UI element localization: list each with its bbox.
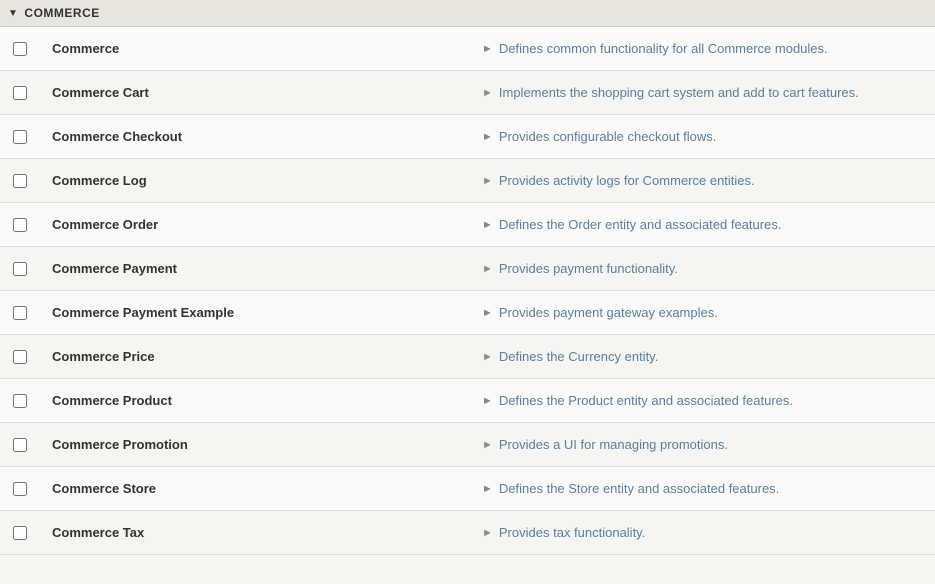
module-row: Commerce Log ► Provides activity logs fo…: [0, 159, 935, 203]
desc-arrow-icon: ►: [482, 351, 493, 363]
module-checkbox[interactable]: [13, 262, 27, 276]
desc-text: Defines common functionality for all Com…: [499, 41, 828, 56]
desc-arrow-icon: ►: [482, 395, 493, 407]
module-checkbox-cell[interactable]: [0, 166, 40, 196]
module-row: Commerce Price ► Defines the Currency en…: [0, 335, 935, 379]
module-description: ► Provides payment functionality.: [470, 253, 935, 284]
desc-text: Defines the Product entity and associate…: [499, 393, 793, 408]
desc-text: Provides payment gateway examples.: [499, 305, 718, 320]
module-name: Commerce Product: [40, 385, 470, 416]
desc-arrow-icon: ►: [482, 175, 493, 187]
module-checkbox-cell[interactable]: [0, 342, 40, 372]
module-row: Commerce ► Defines common functionality …: [0, 27, 935, 71]
collapse-triangle[interactable]: ▼: [8, 8, 18, 19]
section-header: ▼ COMMERCE: [0, 0, 935, 27]
module-row: Commerce Checkout ► Provides configurabl…: [0, 115, 935, 159]
module-description: ► Defines the Product entity and associa…: [470, 385, 935, 416]
module-checkbox-cell[interactable]: [0, 518, 40, 548]
module-row: Commerce Order ► Defines the Order entit…: [0, 203, 935, 247]
module-checkbox-cell[interactable]: [0, 122, 40, 152]
module-checkbox[interactable]: [13, 394, 27, 408]
module-checkbox-cell[interactable]: [0, 210, 40, 240]
module-row: Commerce Payment ► Provides payment func…: [0, 247, 935, 291]
section-title: COMMERCE: [24, 6, 99, 20]
desc-text: Defines the Currency entity.: [499, 349, 658, 364]
module-checkbox-cell[interactable]: [0, 474, 40, 504]
module-checkbox[interactable]: [13, 218, 27, 232]
desc-text: Defines the Order entity and associated …: [499, 217, 782, 232]
desc-text: Provides configurable checkout flows.: [499, 129, 717, 144]
module-description: ► Implements the shopping cart system an…: [470, 77, 935, 108]
module-checkbox[interactable]: [13, 350, 27, 364]
desc-text: Provides a UI for managing promotions.: [499, 437, 728, 452]
module-row: Commerce Cart ► Implements the shopping …: [0, 71, 935, 115]
module-name: Commerce Promotion: [40, 429, 470, 460]
desc-text: Provides activity logs for Commerce enti…: [499, 173, 755, 188]
module-row: Commerce Product ► Defines the Product e…: [0, 379, 935, 423]
module-checkbox[interactable]: [13, 438, 27, 452]
module-checkbox[interactable]: [13, 482, 27, 496]
module-checkbox-cell[interactable]: [0, 430, 40, 460]
module-checkbox[interactable]: [13, 174, 27, 188]
desc-arrow-icon: ►: [482, 527, 493, 539]
desc-text: Implements the shopping cart system and …: [499, 85, 859, 100]
module-description: ► Provides a UI for managing promotions.: [470, 429, 935, 460]
commerce-section: ▼ COMMERCE Commerce ► Defines common fun…: [0, 0, 935, 555]
module-checkbox-cell[interactable]: [0, 78, 40, 108]
module-checkbox-cell[interactable]: [0, 254, 40, 284]
module-checkbox-cell[interactable]: [0, 298, 40, 328]
module-name: Commerce Cart: [40, 77, 470, 108]
desc-arrow-icon: ►: [482, 483, 493, 495]
module-name: Commerce Checkout: [40, 121, 470, 152]
module-checkbox[interactable]: [13, 306, 27, 320]
desc-arrow-icon: ►: [482, 131, 493, 143]
desc-text: Provides tax functionality.: [499, 525, 645, 540]
desc-text: Provides payment functionality.: [499, 261, 678, 276]
module-name: Commerce Price: [40, 341, 470, 372]
desc-text: Defines the Store entity and associated …: [499, 481, 779, 496]
module-checkbox-cell[interactable]: [0, 386, 40, 416]
module-name: Commerce Order: [40, 209, 470, 240]
desc-arrow-icon: ►: [482, 87, 493, 99]
module-name: Commerce Log: [40, 165, 470, 196]
desc-arrow-icon: ►: [482, 439, 493, 451]
module-description: ► Provides configurable checkout flows.: [470, 121, 935, 152]
module-checkbox-cell[interactable]: [0, 34, 40, 64]
desc-arrow-icon: ►: [482, 219, 493, 231]
module-description: ► Provides activity logs for Commerce en…: [470, 165, 935, 196]
module-description: ► Defines the Store entity and associate…: [470, 473, 935, 504]
module-description: ► Provides tax functionality.: [470, 517, 935, 548]
module-name: Commerce Payment: [40, 253, 470, 284]
module-list: Commerce ► Defines common functionality …: [0, 27, 935, 555]
desc-arrow-icon: ►: [482, 263, 493, 275]
module-checkbox[interactable]: [13, 86, 27, 100]
module-name: Commerce Tax: [40, 517, 470, 548]
module-checkbox[interactable]: [13, 42, 27, 56]
module-checkbox[interactable]: [13, 130, 27, 144]
module-description: ► Defines the Currency entity.: [470, 341, 935, 372]
module-description: ► Provides payment gateway examples.: [470, 297, 935, 328]
module-row: Commerce Tax ► Provides tax functionalit…: [0, 511, 935, 555]
module-checkbox[interactable]: [13, 526, 27, 540]
module-description: ► Defines common functionality for all C…: [470, 33, 935, 64]
desc-arrow-icon: ►: [482, 307, 493, 319]
module-row: Commerce Payment Example ► Provides paym…: [0, 291, 935, 335]
module-name: Commerce Payment Example: [40, 297, 470, 328]
module-row: Commerce Promotion ► Provides a UI for m…: [0, 423, 935, 467]
module-name: Commerce: [40, 33, 470, 64]
module-name: Commerce Store: [40, 473, 470, 504]
module-row: Commerce Store ► Defines the Store entit…: [0, 467, 935, 511]
desc-arrow-icon: ►: [482, 43, 493, 55]
module-description: ► Defines the Order entity and associate…: [470, 209, 935, 240]
